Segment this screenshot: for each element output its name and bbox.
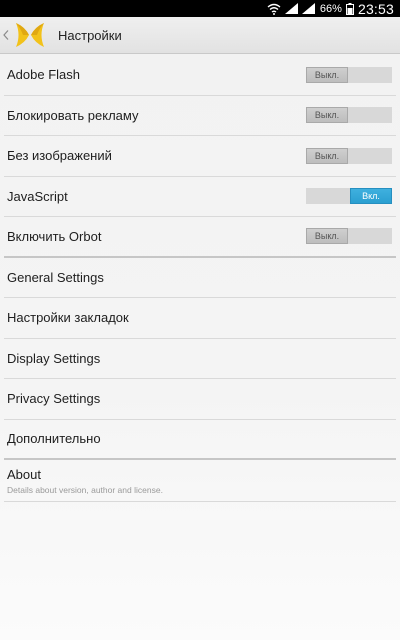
menu-label: Настройки закладок bbox=[7, 310, 129, 326]
menu-advanced[interactable]: Дополнительно bbox=[4, 420, 396, 460]
wifi-icon bbox=[267, 3, 281, 15]
block-ads-switch[interactable]: Выкл. bbox=[306, 107, 392, 124]
switch-state: Выкл. bbox=[306, 228, 348, 245]
switch-state: Выкл. bbox=[306, 66, 348, 83]
status-bar: 66% 23:53 bbox=[0, 0, 400, 17]
adobe-flash-switch[interactable]: Выкл. bbox=[306, 66, 392, 83]
battery-percent: 66% bbox=[319, 2, 342, 15]
signal-icon bbox=[284, 3, 298, 14]
back-chevron-icon[interactable] bbox=[3, 29, 13, 42]
menu-bookmark-settings[interactable]: Настройки закладок bbox=[4, 298, 396, 339]
menu-general-settings[interactable]: General Settings bbox=[4, 258, 396, 298]
battery-icon bbox=[345, 2, 354, 15]
menu-label: General Settings bbox=[7, 269, 104, 285]
switch-state: Выкл. bbox=[306, 107, 348, 124]
menu-label: Дополнительно bbox=[7, 431, 101, 447]
app-logo-icon[interactable] bbox=[14, 19, 46, 51]
menu-label: Privacy Settings bbox=[7, 391, 101, 407]
menu-display-settings[interactable]: Display Settings bbox=[4, 339, 396, 379]
signal-icon-2 bbox=[301, 3, 315, 14]
menu-privacy-settings[interactable]: Privacy Settings bbox=[4, 379, 396, 420]
javascript-switch[interactable]: Вкл. bbox=[306, 188, 392, 205]
no-images-switch[interactable]: Выкл. bbox=[306, 147, 392, 164]
setting-javascript[interactable]: JavaScript Вкл. bbox=[4, 177, 396, 217]
setting-no-images[interactable]: Без изображений Выкл. bbox=[4, 136, 396, 177]
menu-about[interactable]: About Details about version, author and … bbox=[4, 460, 396, 502]
switch-state: Вкл. bbox=[350, 188, 392, 205]
setting-orbot[interactable]: Включить Orbot Выкл. bbox=[4, 217, 396, 258]
clock: 23:53 bbox=[357, 0, 394, 17]
about-summary: Details about version, author and licens… bbox=[7, 484, 163, 495]
switch-state: Выкл. bbox=[306, 147, 348, 164]
settings-list: Adobe Flash Выкл. Блокировать рекламу Вы… bbox=[4, 55, 396, 502]
setting-block-ads[interactable]: Блокировать рекламу Выкл. bbox=[4, 96, 396, 136]
setting-adobe-flash[interactable]: Adobe Flash Выкл. bbox=[4, 55, 396, 96]
orbot-switch[interactable]: Выкл. bbox=[306, 228, 392, 245]
action-bar: Настройки bbox=[0, 17, 400, 54]
page-title: Настройки bbox=[58, 27, 122, 43]
menu-label: Display Settings bbox=[7, 350, 101, 366]
about-label: About bbox=[7, 466, 41, 482]
